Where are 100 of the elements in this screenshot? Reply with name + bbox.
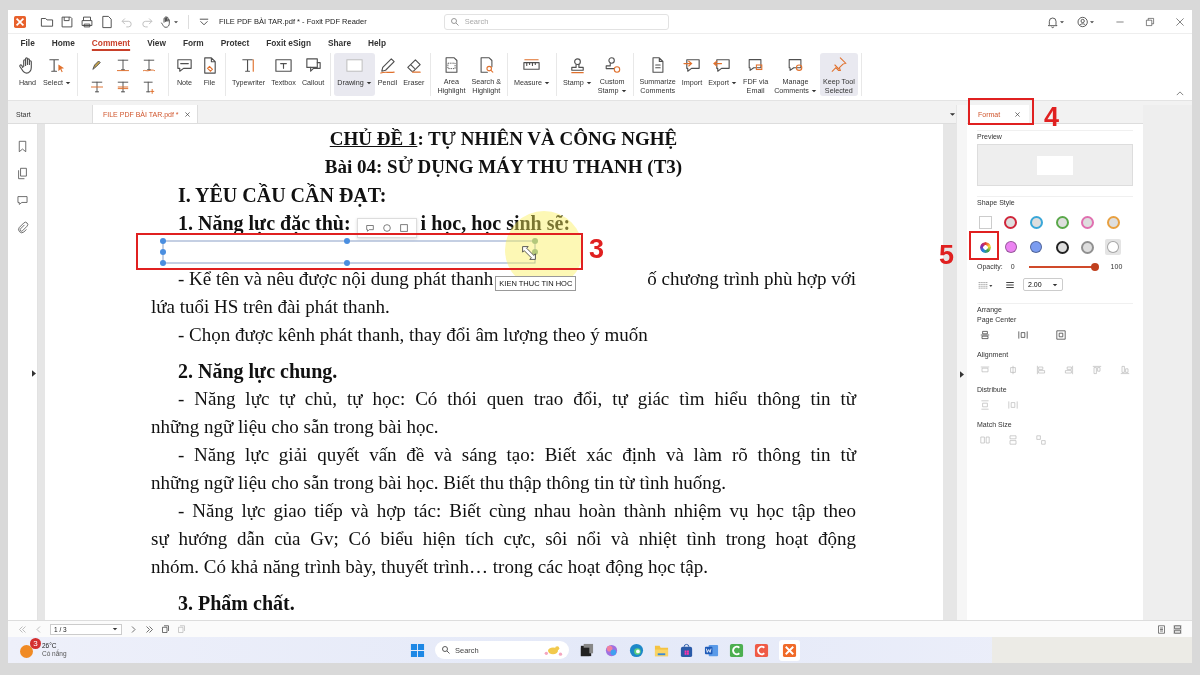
menu-tab[interactable]: Protect bbox=[212, 35, 258, 50]
color-swatch[interactable] bbox=[977, 214, 993, 230]
task-view-icon[interactable] bbox=[579, 642, 594, 658]
tab-list-caret-icon[interactable] bbox=[949, 111, 956, 117]
body-text: - Năng lực giao tiếp và hợp tác: Biết cùng nhau hoàn thành nhiệm vụ học tập theo bbox=[177, 499, 856, 523]
user-icon[interactable] bbox=[1076, 14, 1096, 29]
resize-cursor-icon bbox=[521, 245, 537, 261]
annotation-number: 5 bbox=[939, 240, 955, 270]
search-icon bbox=[449, 16, 460, 27]
import-icon bbox=[682, 56, 702, 75]
circle-icon[interactable] bbox=[381, 223, 392, 233]
continuous-page-icon[interactable] bbox=[1173, 624, 1182, 634]
menu-tab[interactable]: Comment bbox=[83, 35, 139, 50]
square-icon[interactable] bbox=[398, 223, 409, 233]
body-text: - Chọn được kênh phát thanh, thay đổi âm lượng theo ý muốn bbox=[177, 323, 648, 347]
pencil-icon bbox=[377, 56, 397, 75]
lesson-title: Bài 04: SỬ DỤNG MÁY THU THANH (T3) bbox=[324, 155, 683, 179]
sun-icon[interactable] bbox=[20, 645, 33, 658]
next-page-icon[interactable] bbox=[129, 624, 138, 634]
caret-icon bbox=[65, 81, 71, 86]
color-swatch[interactable] bbox=[1079, 239, 1096, 255]
menu-tab[interactable]: File bbox=[12, 35, 44, 50]
document-app-icon[interactable] bbox=[704, 642, 719, 658]
last-page-icon[interactable] bbox=[145, 624, 154, 634]
body-text: - Năng lực giải quyết vấn đề và sáng tạo: Biết xác định và làm rõ thông tin từ bbox=[177, 443, 856, 467]
print-icon[interactable] bbox=[80, 14, 94, 29]
body-text: - Năng lực tự chủ, tự học: Có thói quen trao đổi, tự giác tìm hiểu thông tin từ bbox=[177, 387, 856, 411]
body-text: những ngữ liệu cho sẵn trong bài học. bbox=[151, 415, 439, 439]
close-tab-icon[interactable] bbox=[1014, 110, 1022, 118]
first-page-icon[interactable] bbox=[18, 624, 27, 634]
menu-tab[interactable]: Foxit eSign bbox=[257, 35, 320, 50]
comment-icon[interactable] bbox=[16, 194, 29, 207]
bookmark-icon[interactable] bbox=[16, 140, 29, 153]
center-box-icon[interactable] bbox=[1055, 329, 1067, 341]
distribute-icon[interactable] bbox=[1017, 329, 1029, 341]
annotation-box bbox=[969, 231, 999, 260]
strikeout-text-icon[interactable] bbox=[89, 79, 105, 95]
restore-icon[interactable] bbox=[1144, 15, 1156, 28]
body-text: nhóm. Có khả năng trình bày, thuyết trình… trong các hoạt động học tập. bbox=[151, 555, 709, 579]
menu-tab[interactable]: View bbox=[138, 35, 175, 50]
annotation-number: 4 bbox=[1044, 102, 1060, 132]
menu-tab[interactable]: Home bbox=[43, 35, 84, 50]
notification-badge: 3 bbox=[30, 638, 41, 649]
pages-icon[interactable] bbox=[16, 167, 29, 180]
menu-tab[interactable]: Help bbox=[359, 35, 395, 50]
menu-tab[interactable]: Form bbox=[174, 35, 213, 50]
document-icon[interactable] bbox=[100, 14, 114, 29]
section-heading: i học, học sinh sẽ: bbox=[420, 211, 571, 236]
bell-icon[interactable] bbox=[1046, 14, 1066, 29]
app-logo-icon[interactable] bbox=[782, 642, 797, 658]
body-text: lứa tuổi HS trên đài phát thanh. bbox=[151, 295, 390, 319]
body-text: những ngữ liệu cho sẵn trong bài học. Biết thu thập thông tin từ tình huống. bbox=[151, 471, 726, 495]
caret-icon bbox=[810, 89, 817, 94]
close-icon[interactable] bbox=[1174, 15, 1186, 28]
caret-icon bbox=[543, 81, 550, 86]
annotation-box bbox=[968, 98, 1034, 125]
caret-icon bbox=[112, 627, 118, 631]
arc-app-icon[interactable] bbox=[754, 642, 769, 658]
app-logo-icon bbox=[14, 15, 26, 28]
insert-text-icon[interactable] bbox=[141, 79, 157, 95]
expand-arrow-icon[interactable] bbox=[960, 371, 964, 378]
paperclip-icon[interactable] bbox=[16, 221, 29, 234]
caret-icon bbox=[365, 81, 372, 86]
squiggly-text-icon[interactable] bbox=[141, 57, 157, 73]
color-swatch[interactable] bbox=[1002, 214, 1019, 230]
body-text: ố chương trình phù hợp với bbox=[647, 267, 856, 291]
section-heading: 3. Phẩm chất. bbox=[178, 591, 295, 616]
swirl-icon[interactable] bbox=[604, 642, 619, 658]
close-tab-icon[interactable] bbox=[183, 110, 191, 118]
color-swatch[interactable] bbox=[1054, 239, 1071, 255]
body-text: sự hướng dẫn của Gv; Có biểu hiện tích cực, sôi nổi và nhiệt tình trong hoạt động bbox=[151, 527, 856, 551]
replace-text-icon[interactable] bbox=[115, 79, 131, 95]
body-text: - Kể tên và nêu được nội dung phát thanh bbox=[178, 267, 494, 291]
caret-icon bbox=[1051, 282, 1058, 287]
document-title: : TỰ NHIÊN VÀ CÔNG NGHỆ bbox=[417, 127, 678, 151]
color-swatch[interactable] bbox=[1079, 214, 1096, 230]
expand-arrow-icon[interactable] bbox=[32, 370, 36, 377]
callout-icon bbox=[303, 56, 323, 75]
caret-icon bbox=[731, 81, 737, 86]
single-page-icon[interactable] bbox=[1157, 624, 1166, 634]
arc-app-icon[interactable] bbox=[729, 642, 744, 658]
line-style-dropdown-icon[interactable] bbox=[977, 279, 994, 290]
save-icon[interactable] bbox=[60, 14, 74, 29]
color-swatch[interactable] bbox=[1105, 239, 1122, 255]
menu-tab[interactable]: Share bbox=[319, 35, 360, 50]
collapse-ribbon-icon[interactable] bbox=[1176, 91, 1184, 96]
eraser-icon bbox=[404, 56, 424, 75]
color-swatch[interactable] bbox=[1054, 214, 1071, 230]
caret-icon bbox=[585, 81, 592, 86]
color-swatch[interactable] bbox=[1105, 214, 1122, 230]
comment-icon[interactable] bbox=[364, 223, 375, 233]
previous-view-icon[interactable] bbox=[161, 624, 170, 634]
browser-icon[interactable] bbox=[629, 642, 644, 658]
bird-picture-icon bbox=[543, 643, 563, 657]
shopping-bag-icon[interactable] bbox=[679, 642, 694, 658]
align-center-icon[interactable] bbox=[979, 329, 991, 341]
color-swatch[interactable] bbox=[1028, 214, 1045, 230]
underline-text-icon[interactable] bbox=[115, 57, 131, 73]
hand-dropdown-icon[interactable] bbox=[160, 14, 180, 29]
start-icon[interactable] bbox=[410, 642, 425, 658]
